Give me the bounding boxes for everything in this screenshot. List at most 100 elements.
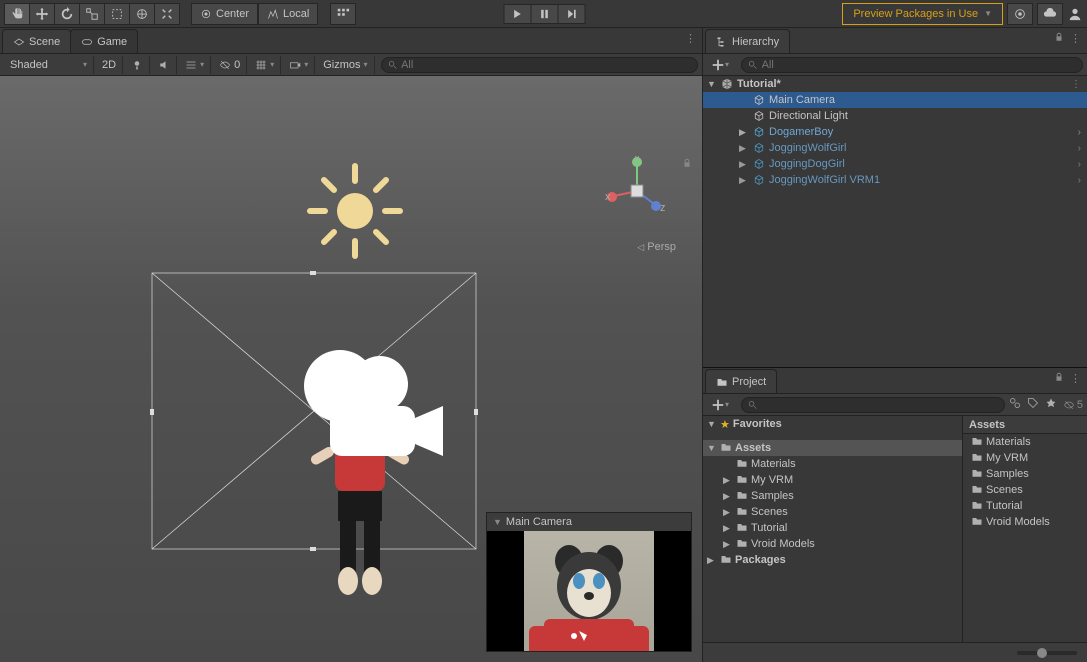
hierarchy-item[interactable]: Directional Light	[703, 108, 1087, 124]
hierarchy-item[interactable]: ▶ DogamerBoy ›	[703, 124, 1087, 140]
project-panel: Project ⋮ ▾	[703, 368, 1087, 662]
scene-tabs: Scene Game ⋮	[0, 28, 702, 54]
project-tab[interactable]: Project	[705, 369, 777, 393]
project-asset[interactable]: Materials	[963, 434, 1087, 450]
fx-toggle[interactable]: ▾	[179, 56, 211, 74]
step-button[interactable]	[557, 4, 585, 24]
project-folder[interactable]: ▶ My VRM	[703, 472, 962, 488]
hierarchy-tree: ▼ Tutorial* ⋮ Main Camera Directional Li…	[703, 76, 1087, 367]
hierarchy-item[interactable]: ▶ JoggingWolfGirl VRM1 ›	[703, 172, 1087, 188]
scene-viewport[interactable]: y x z ◁ Persp ▼ Main Camera	[0, 76, 702, 662]
assets-root[interactable]: ▼ Assets	[703, 440, 962, 456]
preview-packages-button[interactable]: Preview Packages in Use ▼	[842, 3, 1003, 25]
open-prefab-icon[interactable]: ›	[1078, 127, 1081, 138]
rect-tool[interactable]	[104, 3, 130, 25]
assets-breadcrumb[interactable]: Assets	[963, 416, 1087, 434]
project-folder[interactable]: ▶ Vroid Models	[703, 536, 962, 552]
scene-tab[interactable]: Scene	[2, 29, 71, 53]
hierarchy-add-button[interactable]: ▾	[707, 56, 733, 74]
folder-icon	[971, 515, 983, 530]
orientation-gizmo[interactable]: y x z	[602, 156, 672, 226]
scale-tool[interactable]	[79, 3, 105, 25]
project-asset[interactable]: Tutorial	[963, 498, 1087, 514]
expand-arrow-icon[interactable]: ▶	[723, 523, 733, 534]
project-folder[interactable]: ▶ Scenes	[703, 504, 962, 520]
cloud-button[interactable]	[1037, 3, 1063, 25]
collab-button[interactable]	[1007, 3, 1033, 25]
scene-search-input[interactable]	[401, 59, 691, 71]
project-folder[interactable]: ▶ Samples	[703, 488, 962, 504]
account-button[interactable]	[1067, 3, 1083, 25]
2d-toggle[interactable]: 2D	[96, 56, 123, 74]
gizmo-lock-icon[interactable]	[682, 158, 692, 171]
hierarchy-search[interactable]	[741, 57, 1083, 73]
camera-settings[interactable]: ▾	[283, 56, 315, 74]
pivot-mode[interactable]: Center	[191, 3, 258, 25]
grid-toggle[interactable]: ▾	[249, 56, 281, 74]
filter-by-label-icon[interactable]	[1027, 397, 1039, 412]
folder-icon	[736, 505, 748, 520]
project-search-input[interactable]	[761, 399, 997, 411]
expand-arrow-icon[interactable]: ▶	[739, 143, 749, 154]
open-prefab-icon[interactable]: ›	[1078, 175, 1081, 186]
expand-arrow-icon[interactable]: ▼	[707, 443, 717, 453]
packages-root[interactable]: ▶ Packages	[703, 552, 962, 568]
project-asset[interactable]: Vroid Models	[963, 514, 1087, 530]
hierarchy-tab[interactable]: Hierarchy	[705, 29, 790, 53]
hierarchy-search-input[interactable]	[762, 59, 1076, 71]
pivot-space[interactable]: Local	[258, 3, 318, 25]
rotate-tool[interactable]	[54, 3, 80, 25]
hidden-objects[interactable]: 0	[213, 56, 247, 74]
hand-tool[interactable]	[4, 3, 30, 25]
hierarchy-item[interactable]: Main Camera	[703, 92, 1087, 108]
audio-toggle[interactable]	[152, 56, 177, 74]
preview-collapse-icon[interactable]: ▼	[493, 517, 502, 527]
open-prefab-icon[interactable]: ›	[1078, 159, 1081, 170]
expand-arrow-icon[interactable]: ▶	[739, 175, 749, 186]
play-button[interactable]	[503, 4, 531, 24]
expand-arrow-icon[interactable]: ▼	[707, 419, 717, 429]
lighting-toggle[interactable]	[125, 56, 150, 74]
project-asset[interactable]: Scenes	[963, 482, 1087, 498]
hierarchy-menu-icon[interactable]: ⋮	[1070, 32, 1081, 45]
hidden-packages[interactable]: 5	[1063, 399, 1083, 411]
folder-icon	[720, 441, 732, 456]
open-prefab-icon[interactable]: ›	[1078, 143, 1081, 154]
expand-arrow-icon[interactable]: ▶	[723, 507, 733, 518]
expand-arrow-icon[interactable]: ▶	[723, 539, 733, 550]
project-folder[interactable]: ▶ Tutorial	[703, 520, 962, 536]
filter-by-type-icon[interactable]	[1009, 397, 1021, 412]
gizmos-toggle[interactable]: Gizmos▾	[317, 56, 374, 74]
project-menu-icon[interactable]: ⋮	[1070, 372, 1081, 385]
favorites-root[interactable]: ▼ ★ Favorites	[703, 416, 962, 432]
expand-arrow-icon[interactable]: ▶	[739, 159, 749, 170]
favorite-filter-icon[interactable]	[1045, 397, 1057, 412]
hierarchy-item[interactable]: ▶ JoggingDogGirl ›	[703, 156, 1087, 172]
transform-tool[interactable]	[129, 3, 155, 25]
expand-arrow-icon[interactable]: ▼	[707, 79, 717, 89]
expand-arrow-icon[interactable]: ▶	[707, 555, 717, 566]
expand-arrow-icon[interactable]: ▶	[739, 127, 749, 138]
expand-arrow-icon[interactable]: ▶	[723, 475, 733, 486]
scene-root[interactable]: ▼ Tutorial* ⋮	[703, 76, 1087, 92]
project-add-button[interactable]: ▾	[707, 396, 733, 414]
project-folder[interactable]: Materials	[703, 456, 962, 472]
move-tool[interactable]	[29, 3, 55, 25]
hierarchy-item[interactable]: ▶ JoggingWolfGirl ›	[703, 140, 1087, 156]
pause-button[interactable]	[530, 4, 558, 24]
tabs-menu-icon[interactable]: ⋮	[685, 32, 696, 45]
project-asset[interactable]: My VRM	[963, 450, 1087, 466]
thumbnail-size-slider[interactable]	[1017, 651, 1077, 655]
project-lock-icon[interactable]	[1054, 372, 1064, 385]
custom-tools[interactable]	[154, 3, 180, 25]
shading-mode[interactable]: Shaded▾	[4, 56, 94, 74]
projection-label[interactable]: ◁ Persp	[637, 241, 676, 253]
snap-toggle[interactable]	[330, 3, 356, 25]
scene-search[interactable]	[381, 57, 698, 73]
scene-menu-icon[interactable]: ⋮	[1071, 79, 1081, 90]
hierarchy-lock-icon[interactable]	[1054, 32, 1064, 45]
game-tab[interactable]: Game	[70, 29, 138, 53]
expand-arrow-icon[interactable]: ▶	[723, 491, 733, 502]
project-search[interactable]	[741, 397, 1005, 413]
project-asset[interactable]: Samples	[963, 466, 1087, 482]
